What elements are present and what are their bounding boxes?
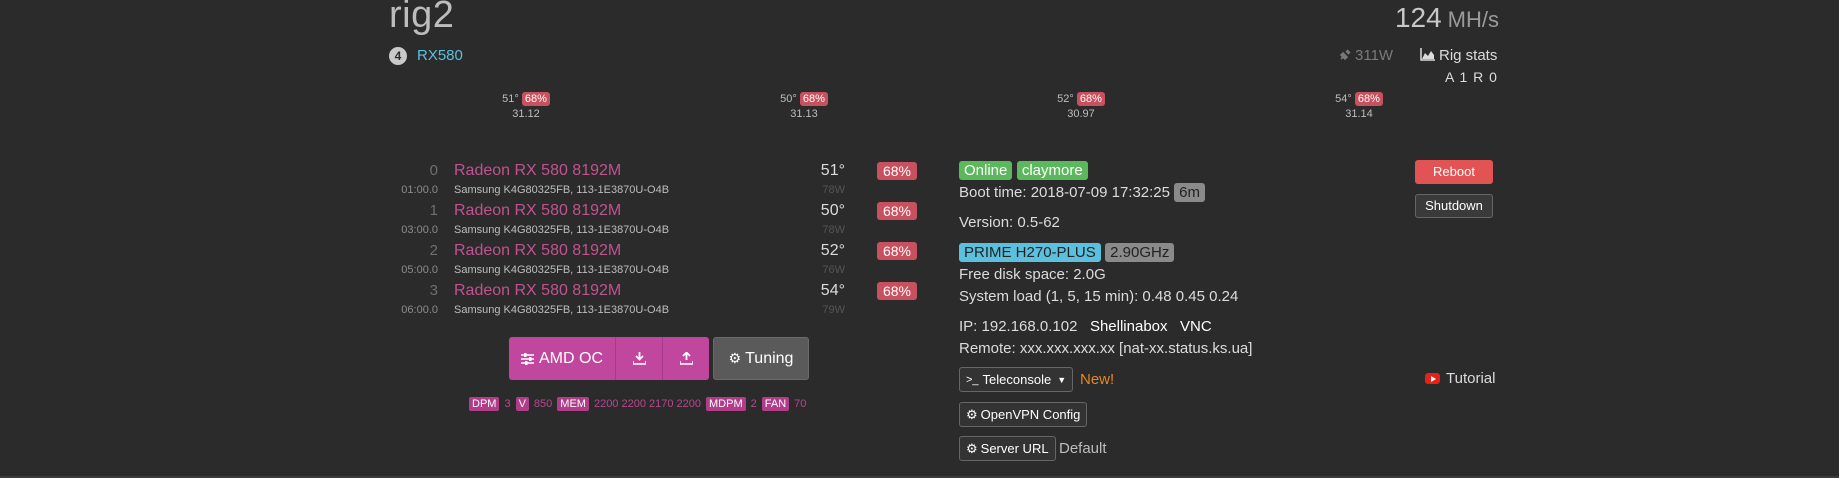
shellinabox-link[interactable]: Shellinabox xyxy=(1090,318,1168,335)
openvpn-config-button[interactable]: ⚙ OpenVPN Config xyxy=(959,402,1088,427)
fan-badge: 68% xyxy=(521,92,550,106)
gpu-hashrate: 31.14 xyxy=(1345,108,1373,120)
youtube-icon xyxy=(1425,373,1440,384)
gpu-fan-badge: 68% xyxy=(877,282,917,300)
hashrate-unit: MH/s xyxy=(1447,7,1499,32)
fan-value: 70 xyxy=(794,398,807,410)
total-hashrate: 124 MH/s xyxy=(1394,2,1499,33)
gpu-index: 1 xyxy=(429,202,438,219)
plug-icon xyxy=(1339,49,1351,61)
gpu-watt: 79W xyxy=(822,304,845,316)
gpu-name: Radeon RX 580 8192M xyxy=(454,282,622,299)
power-usage: 311W xyxy=(1338,47,1393,64)
gpu-bus: 06:00.0 xyxy=(401,304,438,316)
fan-badge: 68% xyxy=(799,92,828,106)
terminal-icon: >_ xyxy=(966,373,979,386)
gpu-temp: 52° xyxy=(820,242,845,259)
cpu-freq-badge: 2.90GHz xyxy=(1105,243,1175,262)
gpu-hashrate: 30.97 xyxy=(1067,108,1095,120)
server-url-value: Default xyxy=(1059,440,1107,457)
gpu-fan-badge: 68% xyxy=(877,242,917,260)
miner-badge: claymore xyxy=(1016,161,1088,180)
upload-icon xyxy=(679,352,693,365)
accepted-rejected: A 1 R 0 xyxy=(1445,69,1498,85)
gpu-name: Radeon RX 580 8192M xyxy=(454,202,622,219)
upload-oc-button[interactable] xyxy=(663,337,709,380)
rig-title: rig2 xyxy=(389,0,455,36)
gpu-temp: 51° xyxy=(820,162,845,179)
dpm-value: 3 xyxy=(504,398,511,410)
mem-tag: MEM xyxy=(557,397,589,411)
reboot-button[interactable]: Reboot xyxy=(1415,160,1493,184)
gear-icon: ⚙ xyxy=(728,350,742,366)
fan-badge: 68% xyxy=(1354,92,1383,106)
gpu-index: 3 xyxy=(429,282,438,299)
boot-time: Boot time: 2018-07-09 17:32:25 6m xyxy=(959,183,1206,202)
gpu-model-link[interactable]: RX580 xyxy=(417,47,463,64)
mem-value: 2200 2200 2170 2200 xyxy=(593,398,702,410)
hardware-badges: PRIME H270-PLUS 2.90GHz xyxy=(959,243,1175,262)
summary-gpu-2: 52° 68% 30.97 xyxy=(1041,92,1121,120)
version: Version: 0.5-62 xyxy=(959,214,1060,231)
tuning-button[interactable]: ⚙ Tuning xyxy=(713,337,809,380)
tutorial-link[interactable]: Tutorial xyxy=(1425,370,1495,387)
voltage-value: 850 xyxy=(533,398,553,410)
rig-stats-link[interactable]: Rig stats xyxy=(1420,47,1497,64)
gpu-memory: Samsung K4G80325FB, 113-1E3870U-O4B xyxy=(454,184,670,196)
new-label: New! xyxy=(1080,371,1115,388)
gpu-name: Radeon RX 580 8192M xyxy=(454,162,622,179)
ip-line: IP: 192.168.0.102 Shellinabox VNC xyxy=(959,318,1212,335)
dpm-tag: DPM xyxy=(469,397,500,411)
gpu-watt: 76W xyxy=(822,264,845,276)
online-badge: Online xyxy=(959,161,1013,180)
gpu-count-badge: 4 xyxy=(389,47,407,65)
gpu-bus: 01:00.0 xyxy=(401,184,438,196)
system-load: System load (1, 5, 15 min): 0.48 0.45 0.… xyxy=(959,288,1239,305)
gpu-fan-badge: 68% xyxy=(877,162,917,180)
gpu-fan-badge: 68% xyxy=(877,202,917,220)
vnc-link[interactable]: VNC xyxy=(1180,318,1212,335)
gpu-bus: 05:00.0 xyxy=(401,264,438,276)
gear-icon: ⚙ xyxy=(966,440,978,456)
gpu-hashrate: 31.13 xyxy=(790,108,818,120)
gpu-hashrate: 31.12 xyxy=(512,108,540,120)
amd-oc-button-group: AMD OC xyxy=(509,337,709,380)
shutdown-button[interactable]: Shutdown xyxy=(1415,194,1493,218)
gpu-memory: Samsung K4G80325FB, 113-1E3870U-O4B xyxy=(454,304,670,316)
fan-badge: 68% xyxy=(1076,92,1105,106)
gpu-temp: 54° xyxy=(820,282,845,299)
gpu-name: Radeon RX 580 8192M xyxy=(454,242,622,259)
caret-down-icon: ▼ xyxy=(1057,374,1067,385)
summary-gpu-3: 54° 68% 31.14 xyxy=(1319,92,1399,120)
gpu-watt: 78W xyxy=(822,184,845,196)
gpu-memory: Samsung K4G80325FB, 113-1E3870U-O4B xyxy=(454,264,670,276)
server-url-button[interactable]: ⚙ Server URL xyxy=(959,436,1056,461)
mdpm-value: 2 xyxy=(750,398,757,410)
uptime-badge: 6m xyxy=(1174,183,1206,202)
summary-gpu-1: 50° 68% 31.13 xyxy=(764,92,844,120)
gpu-index: 0 xyxy=(429,162,438,179)
area-chart-icon xyxy=(1420,48,1435,61)
summary-gpu-0: 51° 68% 31.12 xyxy=(486,92,566,120)
motherboard-badge: PRIME H270-PLUS xyxy=(959,243,1101,262)
fan-tag: FAN xyxy=(761,397,790,411)
voltage-tag: V xyxy=(515,397,529,411)
status-badges: Online claymore xyxy=(959,161,1088,180)
gpu-memory: Samsung K4G80325FB, 113-1E3870U-O4B xyxy=(454,224,670,236)
sliders-icon xyxy=(521,352,534,365)
free-disk: Free disk space: 2.0G xyxy=(959,266,1106,283)
remote-address: Remote: xxx.xxx.xxx.xx [nat-xx.status.ks… xyxy=(959,340,1253,357)
download-oc-button[interactable] xyxy=(616,337,663,380)
gear-icon: ⚙ xyxy=(966,406,978,422)
download-icon xyxy=(632,352,646,365)
gpu-bus: 03:00.0 xyxy=(401,224,438,236)
gpu-watt: 78W xyxy=(822,224,845,236)
gpu-temp: 50° xyxy=(820,202,845,219)
gpu-index: 2 xyxy=(429,242,438,259)
teleconsole-dropdown[interactable]: >_ Teleconsole ▼ xyxy=(959,367,1074,392)
mdpm-tag: MDPM xyxy=(706,397,746,411)
oc-settings-line: DPM 3 V 850 MEM 2200 2200 2170 2200 MDPM 2 F… xyxy=(469,397,806,411)
amd-oc-button[interactable]: AMD OC xyxy=(509,337,616,380)
